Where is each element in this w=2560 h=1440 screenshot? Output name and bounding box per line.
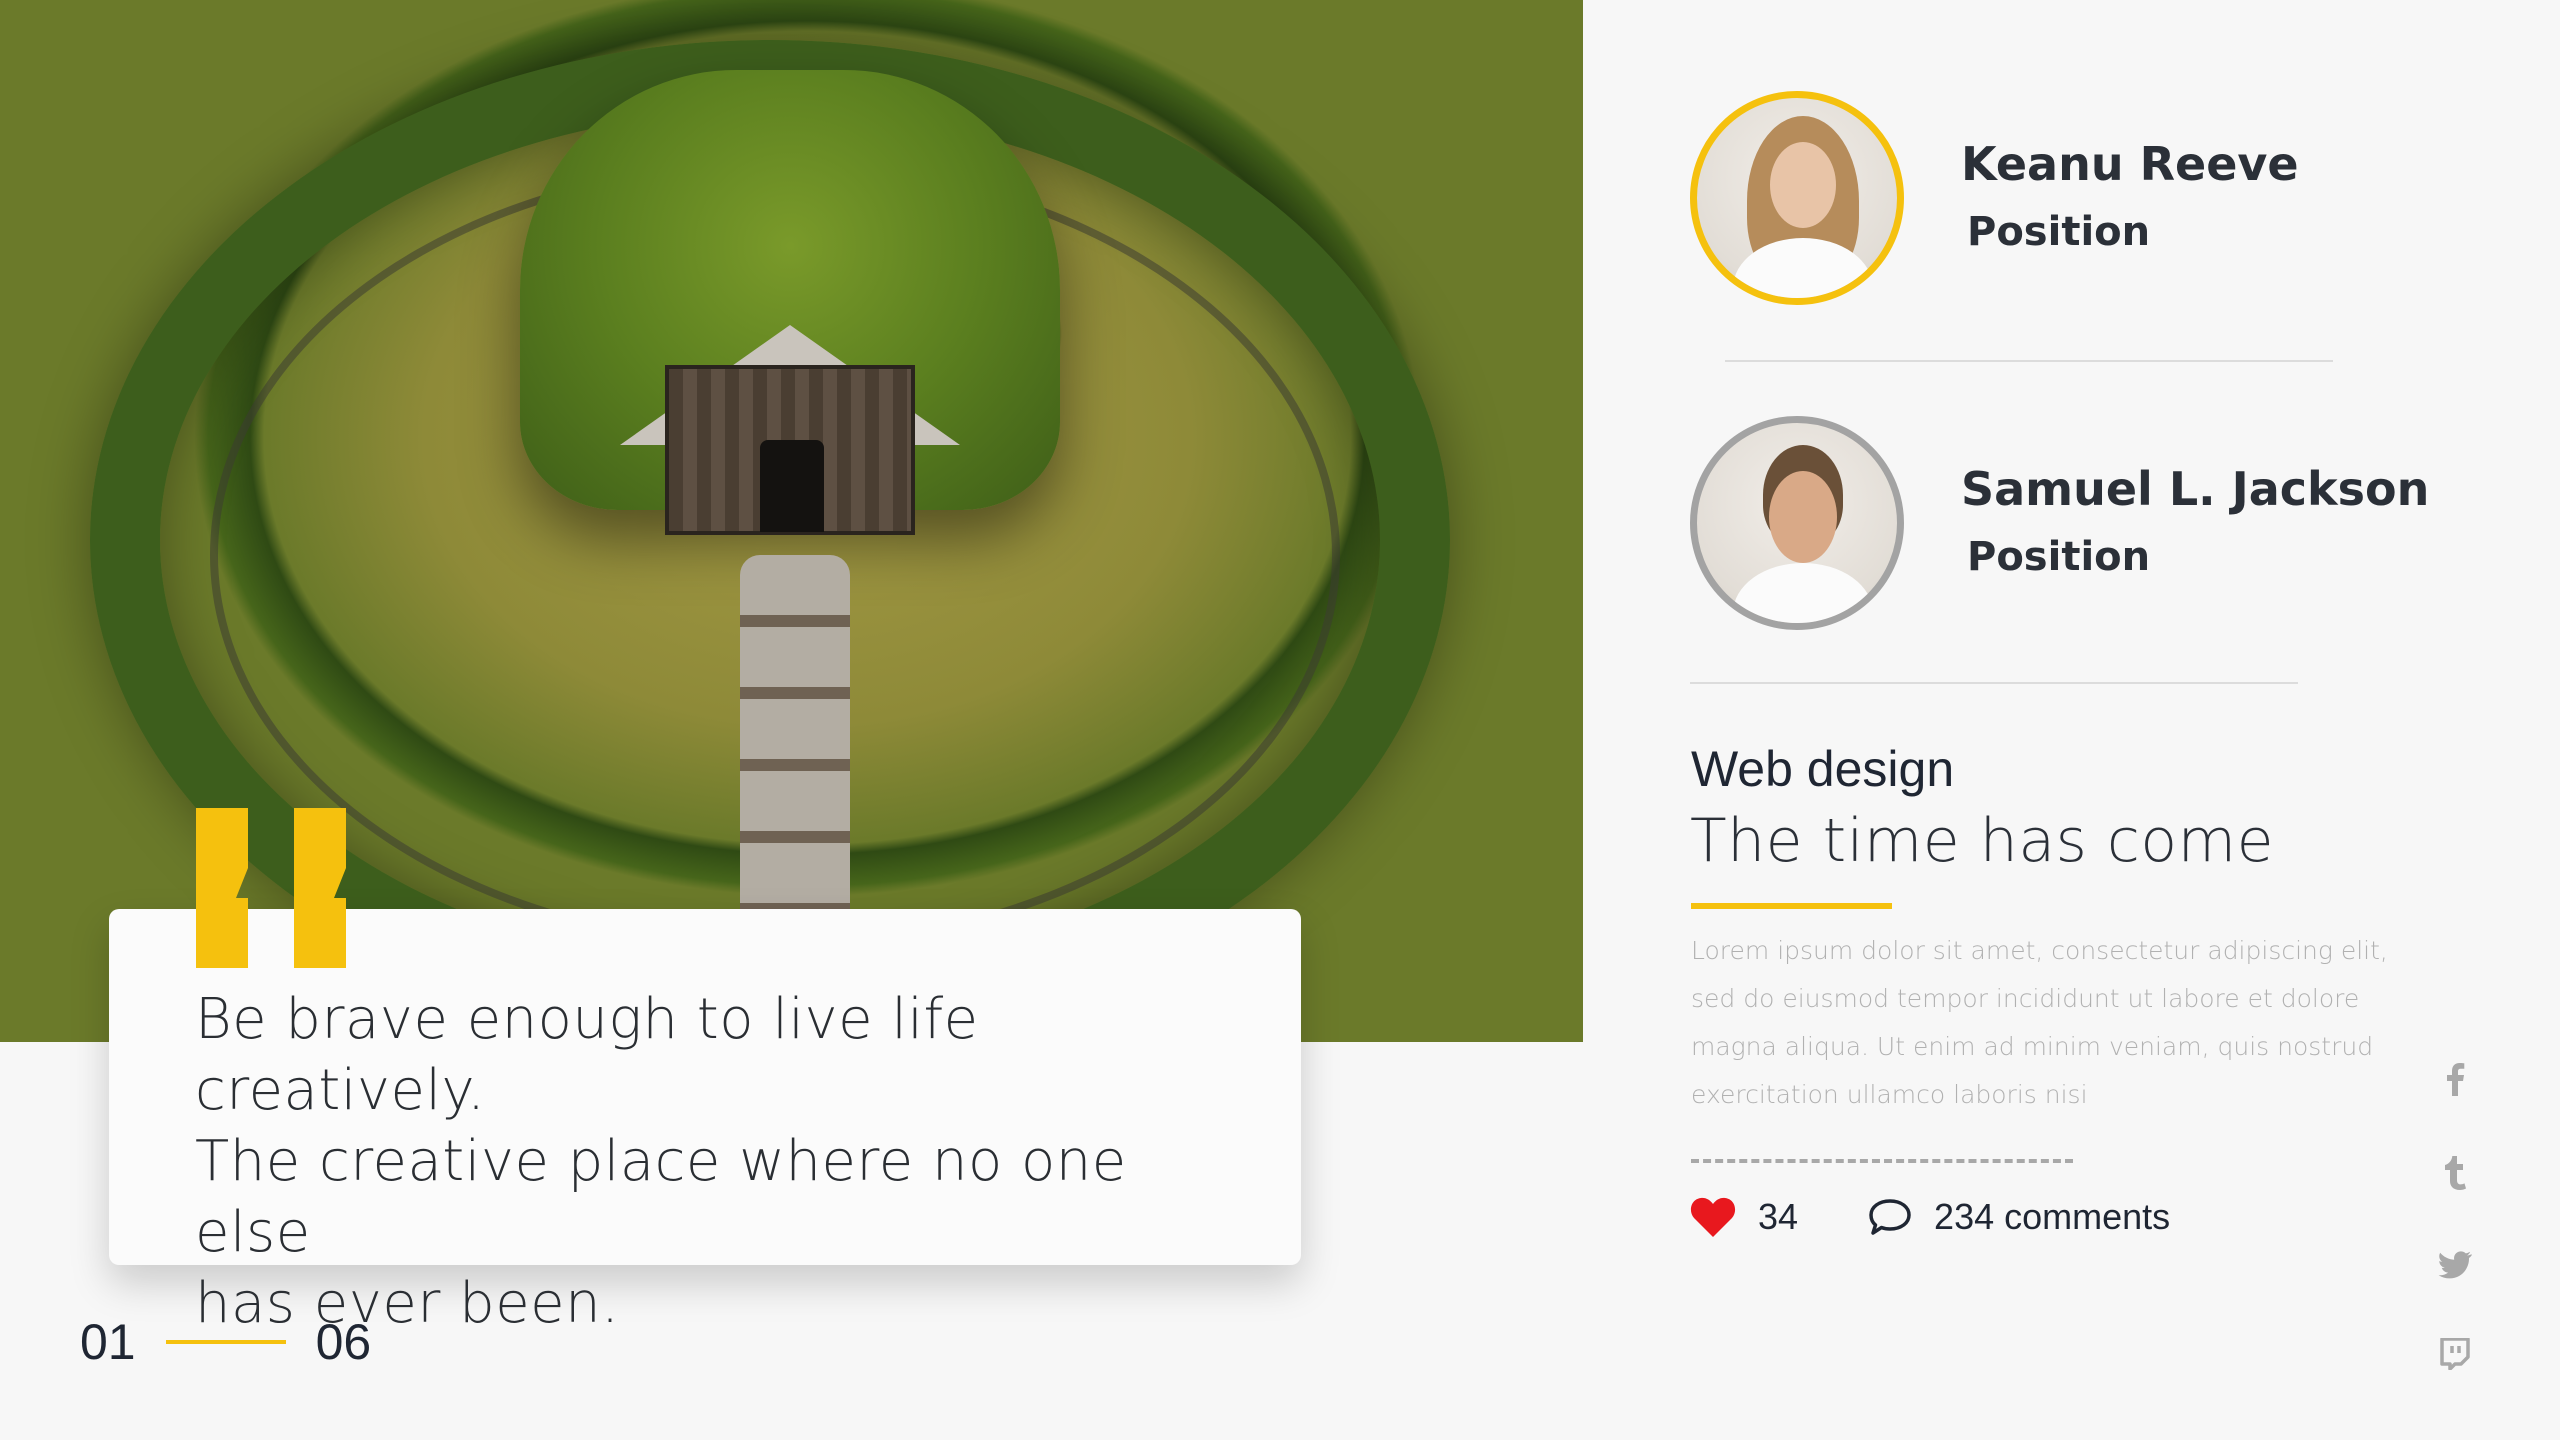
avatar-face xyxy=(1769,471,1837,563)
likes-button[interactable]: 34 xyxy=(1690,1196,1798,1238)
quote-mark-icon xyxy=(196,808,346,968)
dashed-divider xyxy=(1691,1159,2073,1163)
tumblr-icon xyxy=(2445,1156,2466,1190)
avatar-body xyxy=(1733,563,1873,623)
pager-line xyxy=(165,1340,286,1344)
facebook-link[interactable] xyxy=(2430,1054,2480,1104)
twitter-icon xyxy=(2438,1251,2472,1279)
comments-button[interactable]: 234 comments xyxy=(1868,1196,2170,1238)
person-name: Keanu Reeve xyxy=(1961,137,2299,191)
slide-pager: 01 06 xyxy=(80,1313,371,1371)
accent-line xyxy=(1691,903,1892,909)
twitch-icon xyxy=(2440,1338,2470,1370)
person-card-2: Samuel L. Jackson Position xyxy=(1690,416,2429,630)
blog-stats: 34 234 comments xyxy=(1690,1196,2170,1238)
blog-category[interactable]: Web design xyxy=(1691,740,1954,798)
comments-count: 234 comments xyxy=(1934,1196,2171,1237)
facebook-icon xyxy=(2447,1063,2465,1096)
person-card-1: Keanu Reeve Position xyxy=(1690,91,2299,305)
twitter-link[interactable] xyxy=(2430,1240,2480,1290)
tumblr-link[interactable] xyxy=(2430,1148,2480,1198)
person-name: Samuel L. Jackson xyxy=(1961,462,2430,516)
quote-text: Be brave enough to live life creatively.… xyxy=(195,987,1127,1336)
comment-icon xyxy=(1869,1199,1911,1235)
blog-body: Lorem ipsum dolor sit amet, consectetur … xyxy=(1691,936,2388,1109)
twitch-link[interactable] xyxy=(2430,1329,2480,1379)
blog-title[interactable]: The time has come xyxy=(1690,806,2274,876)
divider xyxy=(1725,360,2333,362)
person-text: Keanu Reeve Position xyxy=(1961,130,2299,266)
person-position: Position xyxy=(1967,534,2151,580)
person-position: Position xyxy=(1967,209,2151,255)
avatar-face xyxy=(1770,142,1836,228)
avatar xyxy=(1690,91,1904,305)
hero-door xyxy=(760,440,824,532)
slide: Be brave enough to live life creatively.… xyxy=(0,0,2560,1440)
divider xyxy=(1690,682,2298,684)
pager-current: 01 xyxy=(80,1314,136,1370)
heart-icon xyxy=(1690,1197,1736,1237)
avatar xyxy=(1690,416,1904,630)
likes-count: 34 xyxy=(1758,1196,1799,1237)
pager-total: 06 xyxy=(315,1314,372,1370)
person-text: Samuel L. Jackson Position xyxy=(1961,455,2429,591)
